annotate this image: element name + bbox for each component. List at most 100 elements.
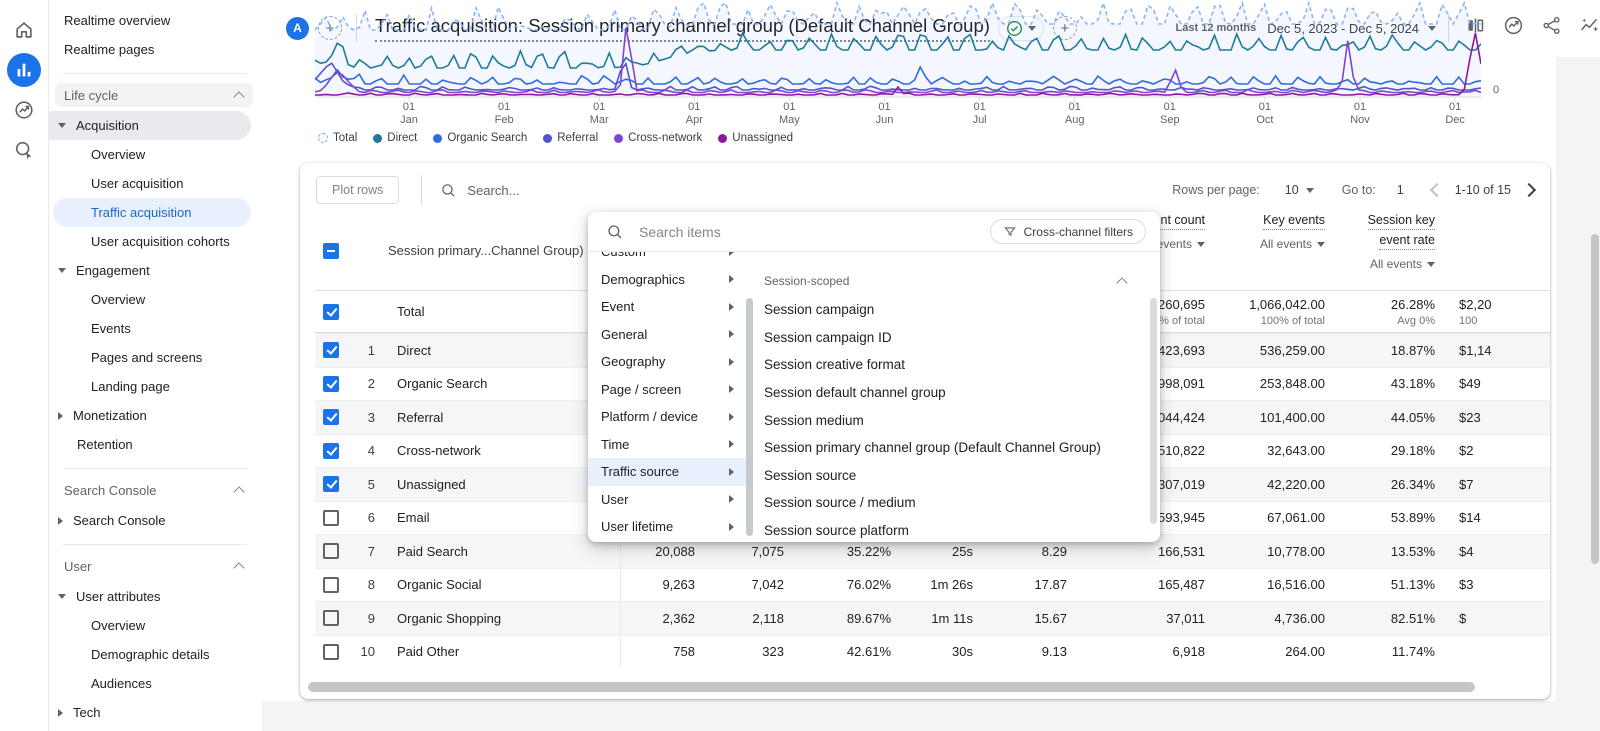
category-platform-device[interactable]: Platform / device	[588, 403, 746, 431]
sidebar-item-tech[interactable]: Tech	[49, 698, 261, 727]
sidebar-item-user-attributes[interactable]: User attributes	[49, 582, 261, 611]
advertising-icon[interactable]	[0, 90, 48, 130]
sidebar-section-search-console[interactable]: Search Console	[55, 478, 253, 502]
row-checkbox[interactable]	[323, 409, 339, 425]
section-label: Session-scoped	[764, 274, 849, 288]
dimension-item-session-primary-channel-group-default-channel-group[interactable]: Session primary channel group (Default C…	[758, 434, 1144, 462]
popup-search-input[interactable]: Search items	[639, 224, 721, 240]
horizontal-scrollbar[interactable]	[308, 682, 1475, 692]
page-vertical-scrollbar[interactable]	[1591, 234, 1599, 564]
sidebar-item-monetization[interactable]: Monetization	[49, 401, 261, 430]
dimension-item-session-source[interactable]: Session source	[758, 462, 1144, 490]
sidebar-item-demographic-details[interactable]: Demographic details	[49, 640, 261, 669]
category-custom[interactable]: Custom	[588, 252, 746, 266]
sidebar-item-retention[interactable]: Retention	[49, 430, 261, 459]
sidebar-item-realtime-pages[interactable]: Realtime pages	[49, 35, 261, 64]
session-scoped-section-header[interactable]: Session-scoped	[758, 252, 1144, 296]
dimension-item-session-campaign-id[interactable]: Session campaign ID	[758, 324, 1144, 352]
session-key-event-rate-value: 43.18%	[1339, 376, 1449, 391]
row-checkbox[interactable]	[323, 476, 339, 492]
col-header-key-events[interactable]: Key eventsAll events	[1219, 205, 1339, 251]
next-page-icon[interactable]	[1522, 183, 1536, 197]
plot-rows-button[interactable]: Plot rows	[316, 176, 399, 204]
sidebar-item-search-console[interactable]: Search Console	[49, 506, 261, 535]
row-checkbox[interactable]	[323, 577, 339, 593]
dimension-item-session-default-channel-group[interactable]: Session default channel group	[758, 379, 1144, 407]
row-checkbox[interactable]	[323, 443, 339, 459]
home-icon[interactable]	[0, 10, 48, 50]
col-header-session-key-event-rate[interactable]: Session keyevent rateAll events	[1339, 205, 1449, 271]
sidebar-item-label: Landing page	[91, 379, 170, 394]
dimension-item-session-campaign[interactable]: Session campaign	[758, 296, 1144, 324]
row-rank: 5	[349, 477, 375, 492]
cross-channel-filters-chip[interactable]: Cross-channel filters	[990, 219, 1146, 244]
insights-icon[interactable]	[1503, 15, 1524, 41]
category-user[interactable]: User	[588, 486, 746, 514]
sidebar-item-overview[interactable]: Overview	[49, 285, 261, 314]
key-events-value: 536,259.00	[1219, 343, 1339, 358]
category-page-screen[interactable]: Page / screen	[588, 376, 746, 404]
chevron-down-icon[interactable]	[1306, 188, 1314, 193]
key-events-value: 101,400.00	[1219, 410, 1339, 425]
dimension-header-button[interactable]: Session primary...Channel Group)	[388, 243, 584, 258]
sidebar-item-engagement[interactable]: Engagement	[49, 256, 261, 285]
dimension-item-session-source-platform[interactable]: Session source platform	[758, 517, 1144, 542]
key-events-events-select[interactable]: All events	[1260, 237, 1312, 251]
sidebar-item-events[interactable]: Events	[49, 314, 261, 343]
row-checkbox[interactable]	[323, 304, 339, 320]
chevron-down-icon[interactable]	[1197, 242, 1205, 247]
sidebar-item-acquisition[interactable]: Acquisition	[49, 111, 251, 140]
x-axis-tick-label: 01Sep	[1148, 101, 1192, 127]
category-general[interactable]: General	[588, 321, 746, 349]
row-checkbox[interactable]	[323, 543, 339, 559]
sidebar-item-landing-page[interactable]: Landing page	[49, 372, 261, 401]
explore-icon[interactable]	[0, 130, 48, 170]
rate-events-select[interactable]: All events	[1370, 257, 1422, 271]
rows-per-page-select[interactable]: 10	[1285, 183, 1299, 197]
legend-item-unassigned[interactable]: Unassigned	[718, 132, 793, 144]
row-checkbox[interactable]	[323, 342, 339, 358]
sidebar-item-traffic-acquisition[interactable]: Traffic acquisition	[53, 198, 251, 227]
row-checkbox[interactable]	[323, 644, 339, 660]
sidebar-item-user-acquisition[interactable]: User acquisition	[49, 169, 261, 198]
category-traffic-source[interactable]: Traffic source	[588, 458, 746, 486]
category-time[interactable]: Time	[588, 431, 746, 459]
sidebar-item-pages-and-screens[interactable]: Pages and screens	[49, 343, 261, 372]
col-header-total-revenue[interactable]	[1449, 205, 1550, 213]
chevron-down-icon[interactable]	[1427, 262, 1435, 267]
select-all-checkbox[interactable]	[323, 243, 339, 259]
category-event[interactable]: Event	[588, 293, 746, 321]
reports-icon[interactable]	[0, 50, 48, 90]
sidebar-item-audiences[interactable]: Audiences	[49, 669, 261, 698]
chevron-down-icon[interactable]	[1317, 242, 1325, 247]
legend-item-organic-search[interactable]: Organic Search	[433, 132, 527, 144]
sidebar-section-user[interactable]: User	[55, 554, 253, 578]
goto-page-input[interactable]: 1	[1397, 183, 1404, 197]
category-geography[interactable]: Geography	[588, 348, 746, 376]
avatar[interactable]: A	[286, 17, 309, 40]
row-checkbox[interactable]	[323, 510, 339, 526]
sidebar-item-overview[interactable]: Overview	[49, 140, 261, 169]
previous-page-icon[interactable]	[1430, 183, 1444, 197]
sidebar-item-realtime-overview[interactable]: Realtime overview	[49, 6, 261, 35]
legend-item-total[interactable]: Total	[318, 132, 357, 144]
dimension-item-session-medium[interactable]: Session medium	[758, 406, 1144, 434]
dimension-item-session-source-medium[interactable]: Session source / medium	[758, 489, 1144, 517]
sidebar-item-overview[interactable]: Overview	[49, 611, 261, 640]
sidebar-section-life-cycle[interactable]: Life cycle	[55, 83, 253, 107]
legend-item-referral[interactable]: Referral	[543, 132, 598, 144]
table-search-input[interactable]: Search...	[467, 183, 519, 198]
sidebar-item-user-acquisition-cohorts[interactable]: User acquisition cohorts	[49, 227, 261, 256]
legend-item-cross-network[interactable]: Cross-network	[614, 132, 702, 144]
items-scrollbar[interactable]	[1150, 298, 1157, 524]
category-demographics[interactable]: Demographics	[588, 266, 746, 294]
category-user-lifetime[interactable]: User lifetime	[588, 513, 746, 541]
row-checkbox[interactable]	[323, 610, 339, 626]
row-checkbox[interactable]	[323, 376, 339, 392]
dimension-item-session-creative-format[interactable]: Session creative format	[758, 351, 1144, 379]
total-revenue-value: $14	[1449, 510, 1550, 525]
categories-scrollbar[interactable]	[746, 298, 753, 536]
share-icon[interactable]	[1541, 15, 1562, 41]
legend-item-direct[interactable]: Direct	[373, 132, 417, 144]
analytics-intelligence-icon[interactable]	[1579, 15, 1600, 41]
